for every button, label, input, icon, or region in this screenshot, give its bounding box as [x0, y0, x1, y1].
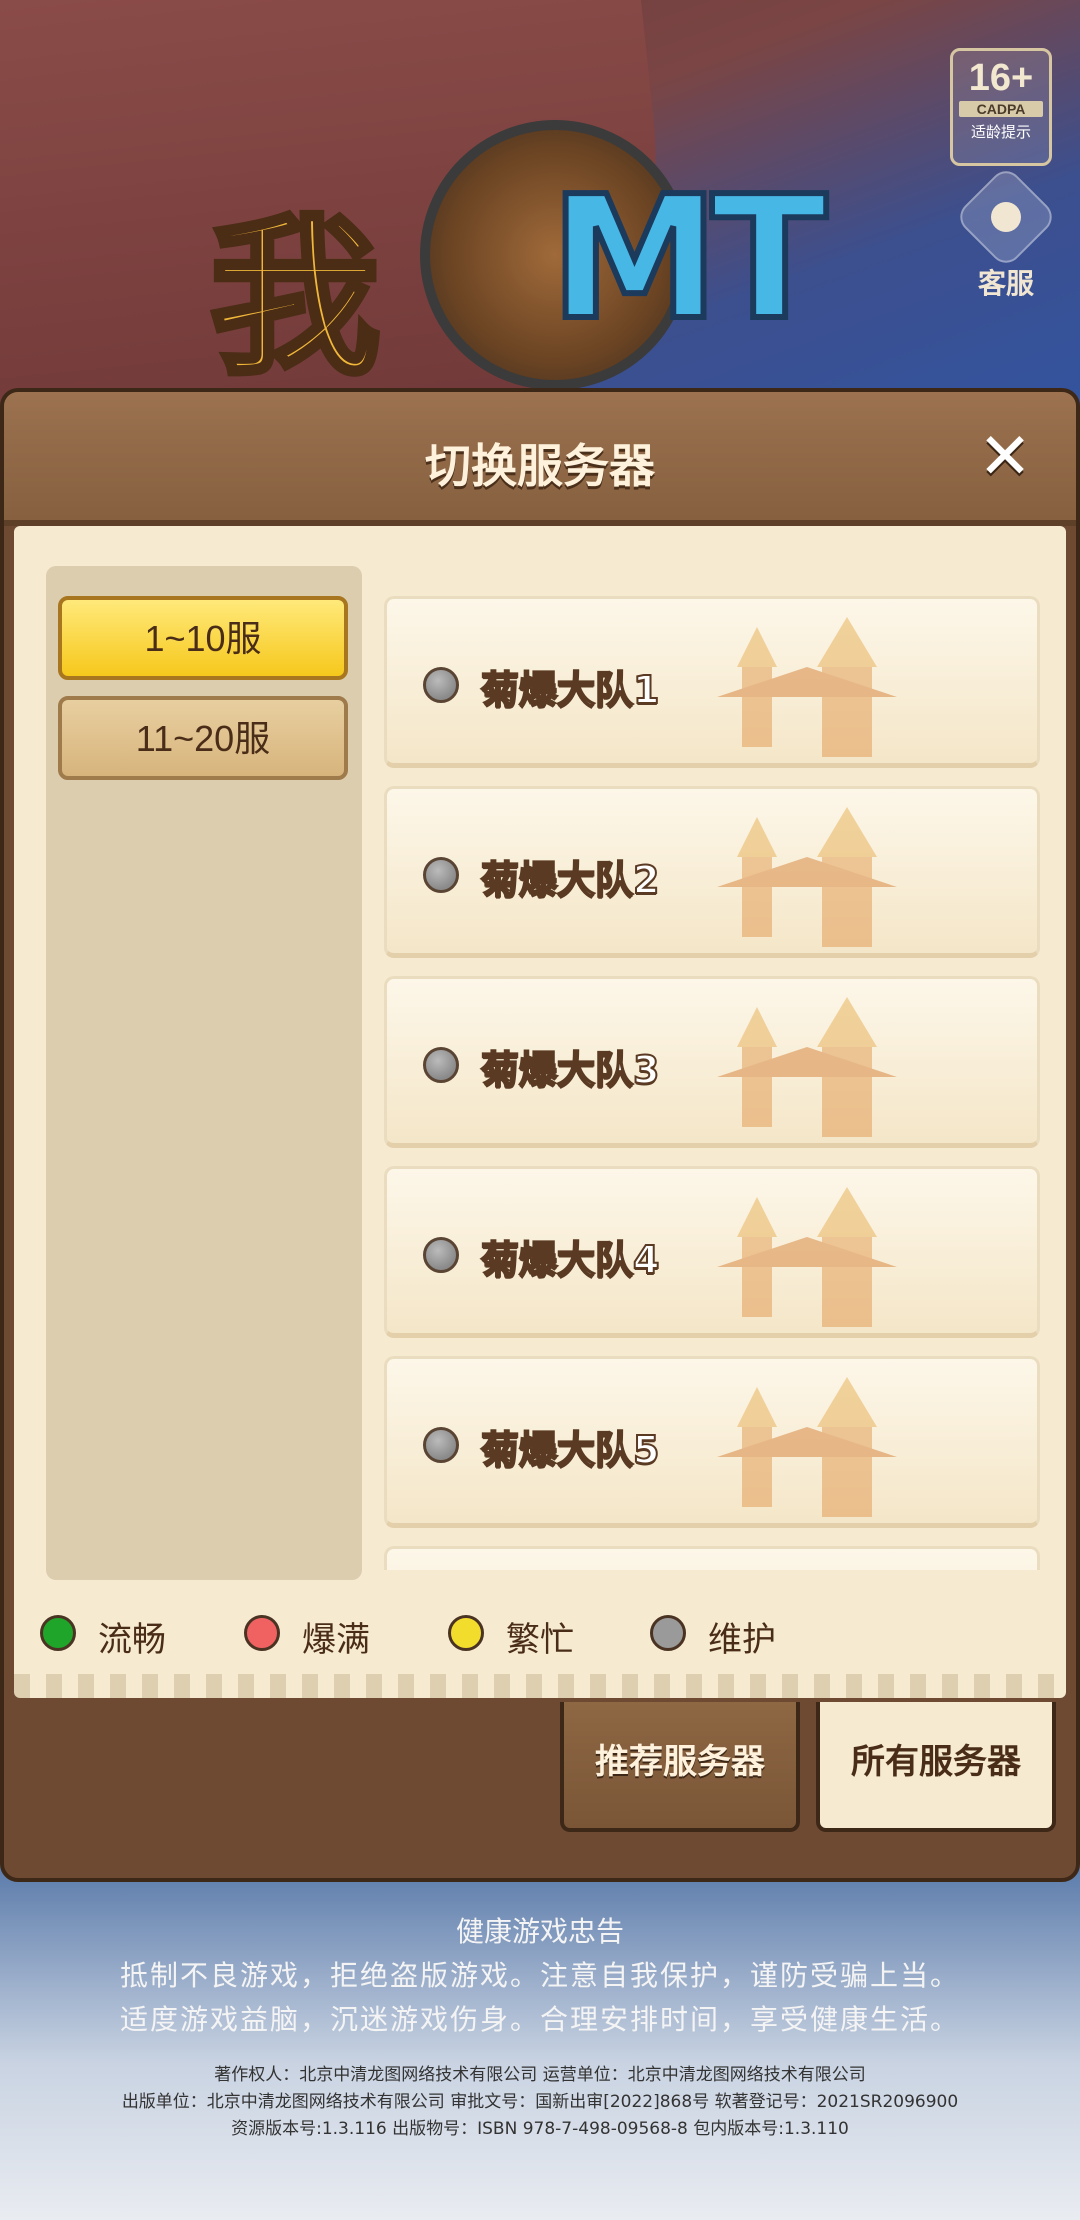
- server-list[interactable]: 菊爆大队1 菊爆大队2 菊爆大队3 菊爆大队4 菊爆大队5: [384, 590, 1040, 1570]
- server-name: 菊爆大队4: [480, 1237, 660, 1283]
- version-info: 资源版本号:1.3.116 出版物号：ISBN 978-7-498-09568-…: [231, 2119, 849, 2139]
- range-tab-11-20[interactable]: 11~20服: [58, 696, 348, 780]
- tab-recommended-servers[interactable]: 推荐服务器: [560, 1702, 800, 1832]
- health-advisory-footer: 健康游戏忠告 抵制不良游戏，拒绝盗版游戏。注意自我保护，谨防受骗上当。 适度游戏…: [0, 1910, 1080, 2139]
- server-card-3[interactable]: 菊爆大队3: [384, 976, 1040, 1148]
- server-name: 菊爆大队2: [480, 857, 660, 903]
- age-rating-tip: 适龄提示: [970, 124, 1031, 141]
- status-dot: [423, 1427, 459, 1463]
- pagoda-icon: [717, 807, 897, 947]
- pagoda-icon: [717, 997, 897, 1137]
- close-icon[interactable]: ✕: [974, 425, 1036, 490]
- dialog-title: 切换服务器: [425, 439, 655, 493]
- status-dot: [423, 857, 459, 893]
- server-card-1[interactable]: 菊爆大队1: [384, 596, 1040, 768]
- dialog-border-pattern: [14, 1674, 1066, 1698]
- logo-text-mt: MT: [547, 157, 830, 361]
- customer-service-button[interactable]: 客服: [953, 164, 1059, 302]
- server-name: 菊爆大队1: [480, 667, 660, 713]
- gray-dot-icon: [650, 1615, 686, 1651]
- range-tab-1-10[interactable]: 1~10服: [58, 596, 348, 680]
- age-rating-badge[interactable]: 16+ CADPA 适龄提示: [950, 48, 1052, 166]
- legend-label: 维护: [708, 1620, 776, 1660]
- age-rating-number: 16+: [968, 57, 1034, 99]
- server-name: 菊爆大队5: [480, 1427, 660, 1473]
- server-card-2[interactable]: 菊爆大队2: [384, 786, 1040, 958]
- customer-service-label: 客服: [977, 267, 1034, 300]
- tab-all-servers[interactable]: 所有服务器: [816, 1702, 1056, 1832]
- pagoda-icon: [717, 1377, 897, 1517]
- server-range-panel: 1~10服 11~20服: [46, 566, 362, 1580]
- red-dot-icon: [244, 1615, 280, 1651]
- age-rating-org: CADPA: [959, 101, 1043, 117]
- server-card-6-partial[interactable]: [384, 1546, 1040, 1570]
- server-name: 菊爆大队3: [480, 1047, 660, 1093]
- health-advisory-line-2: 适度游戏益脑，沉迷游戏伤身。合理安排时间，享受健康生活。: [119, 2003, 960, 2036]
- pagoda-icon: [717, 1187, 897, 1327]
- server-card-5[interactable]: 菊爆大队5: [384, 1356, 1040, 1528]
- health-advisory-title: 健康游戏忠告: [455, 1915, 624, 1948]
- status-dot: [423, 1237, 459, 1273]
- status-dot: [423, 667, 459, 703]
- yellow-dot-icon: [448, 1615, 484, 1651]
- status-dot: [423, 1047, 459, 1083]
- legend-label: 繁忙: [506, 1620, 574, 1660]
- server-card-4[interactable]: 菊爆大队4: [384, 1166, 1040, 1338]
- green-dot-icon: [40, 1615, 76, 1651]
- legend-label: 流畅: [98, 1620, 166, 1660]
- pagoda-icon: [717, 617, 897, 757]
- headset-icon: [953, 164, 1059, 270]
- health-advisory-line-1: 抵制不良游戏，拒绝盗版游戏。注意自我保护，谨防受骗上当。: [119, 1959, 960, 1992]
- logo-text-cn: 我: [207, 197, 383, 401]
- dialog-header: 切换服务器 ✕: [4, 392, 1076, 526]
- game-logo: 我 MT: [207, 120, 890, 401]
- legend-label: 爆满: [302, 1620, 370, 1660]
- publisher-info: 出版单位：北京中清龙图网络技术有限公司 审批文号：国新出审[2022]868号 …: [121, 2092, 959, 2112]
- copyright-info: 著作权人：北京中清龙图网络技术有限公司 运营单位：北京中清龙图网络技术有限公司: [214, 2065, 866, 2085]
